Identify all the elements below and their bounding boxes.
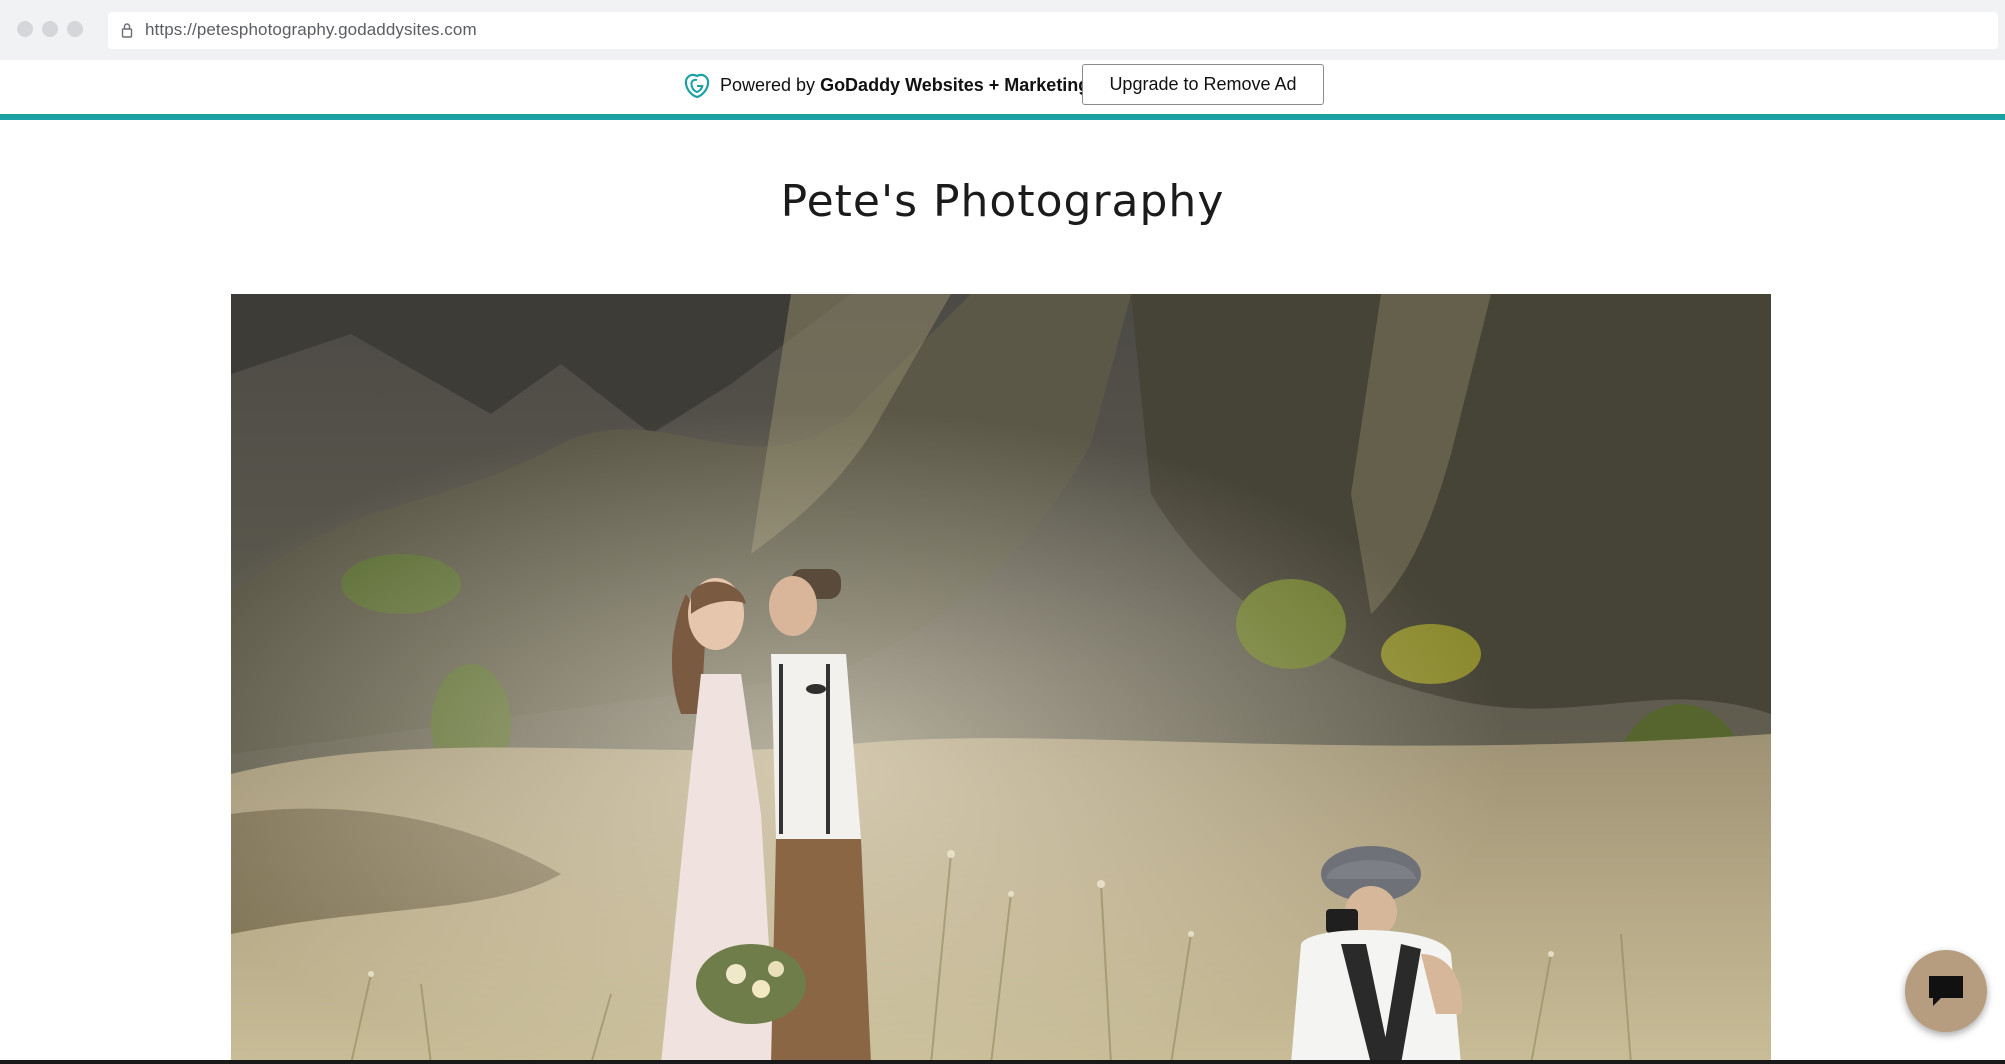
window-maximize-dot[interactable]: [67, 21, 83, 37]
powered-by-text: Powered by GoDaddy Websites + Marketing.: [720, 75, 1094, 96]
godaddy-logo-icon: [684, 73, 710, 99]
powered-brand[interactable]: GoDaddy Websites + Marketing.: [820, 75, 1094, 95]
window-minimize-dot[interactable]: [42, 21, 58, 37]
upgrade-to-remove-ad-button[interactable]: Upgrade to Remove Ad: [1082, 64, 1324, 105]
chat-bubble-icon: [1929, 976, 1963, 1006]
browser-toolbar: https://petesphotography.godaddysites.co…: [0, 0, 2005, 60]
site-title[interactable]: Pete's Photography: [0, 176, 2005, 227]
lock-icon: [121, 23, 133, 38]
page-bottom-edge: [0, 1060, 2005, 1064]
url-text[interactable]: https://petesphotography.godaddysites.co…: [145, 20, 477, 40]
powered-prefix: Powered by: [720, 75, 821, 95]
hero-image: [231, 294, 1771, 1064]
window-close-dot[interactable]: [17, 21, 33, 37]
ad-banner-divider: [0, 114, 2005, 120]
chat-button[interactable]: [1905, 950, 1987, 1032]
